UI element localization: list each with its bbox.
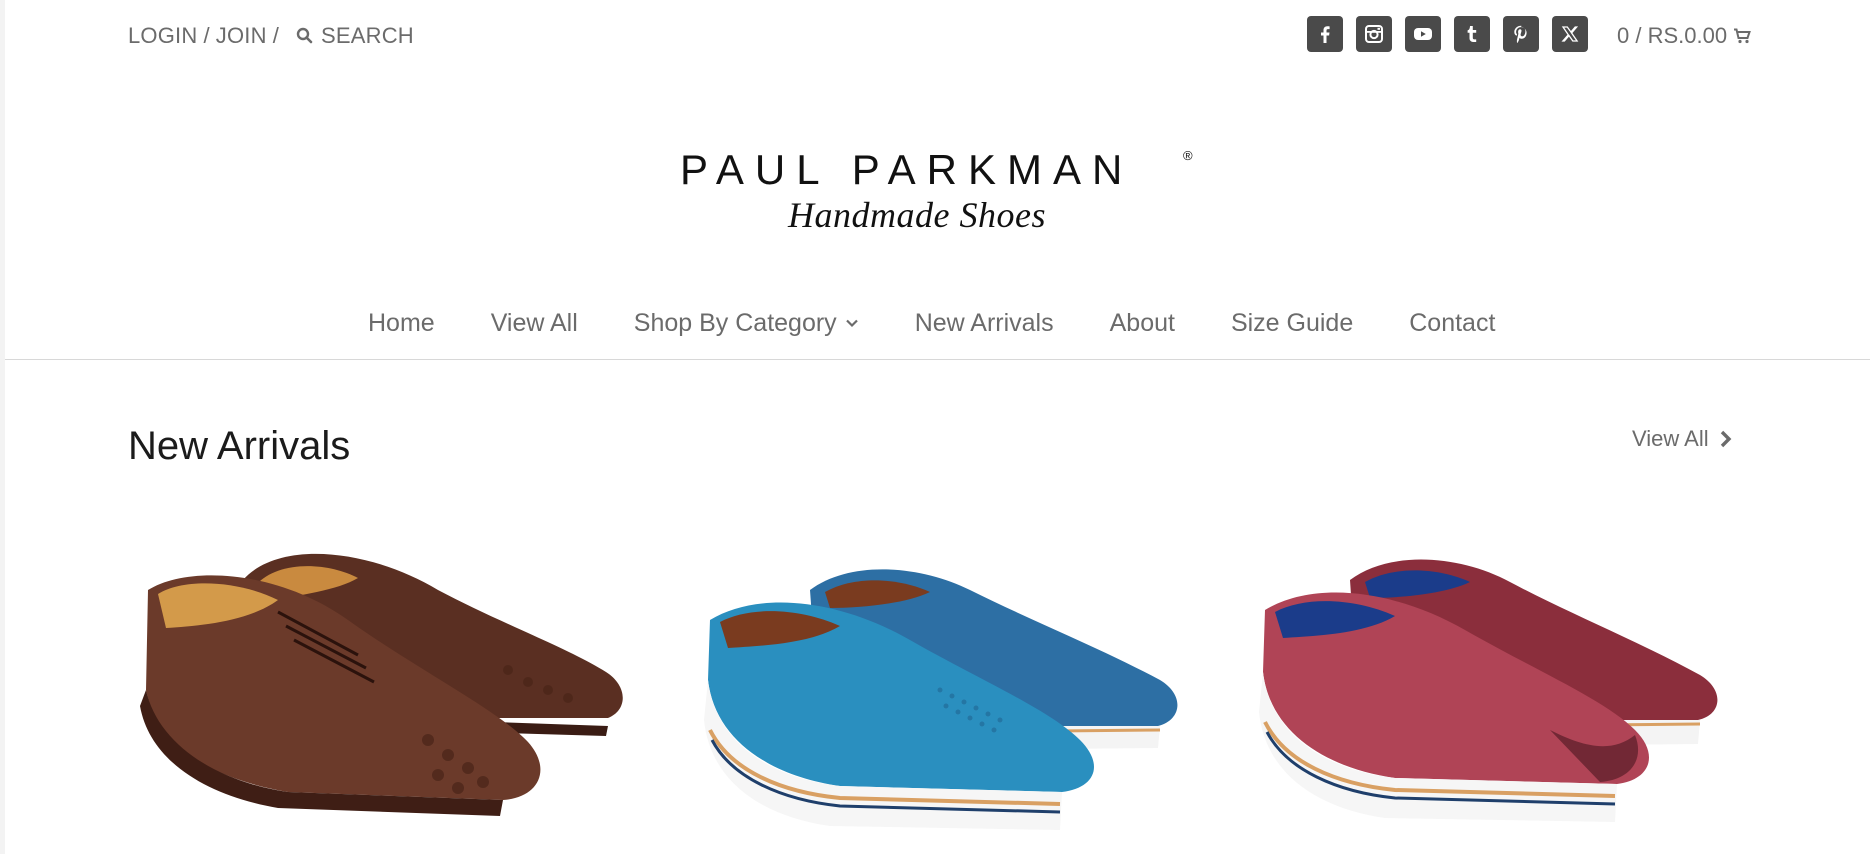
product-image-brown-oxford — [140, 553, 623, 816]
instagram-icon[interactable] — [1356, 16, 1392, 52]
tumblr-icon[interactable] — [1454, 16, 1490, 52]
nav-home[interactable]: Home — [368, 309, 435, 338]
logo-tagline: Handmade Shoes — [788, 195, 1046, 235]
brand-logo[interactable]: PAUL PARKMAN ® Handmade Shoes — [670, 140, 1210, 240]
pinterest-icon[interactable] — [1503, 16, 1539, 52]
view-all-link[interactable]: View All — [1632, 426, 1733, 452]
cart-total: 0 / RS.0.00 — [1617, 23, 1728, 48]
search-icon[interactable] — [295, 26, 315, 46]
nav-label: Home — [368, 308, 435, 337]
x-twitter-icon[interactable] — [1552, 16, 1588, 52]
chevron-down-icon — [845, 319, 858, 328]
nav-shop-by-category[interactable]: Shop By Category — [634, 309, 859, 338]
nav-label: Contact — [1409, 308, 1496, 337]
search-link[interactable]: SEARCH — [321, 23, 414, 49]
nav-size-guide[interactable]: Size Guide — [1231, 309, 1353, 338]
nav-contact[interactable]: Contact — [1409, 309, 1495, 338]
cart-icon — [1734, 28, 1751, 44]
facebook-icon[interactable] — [1307, 16, 1343, 52]
product-image-turquoise-loafer — [704, 569, 1178, 830]
login-link[interactable]: LOGIN — [128, 23, 197, 49]
nav-label: Size Guide — [1230, 308, 1354, 337]
nav-view-all[interactable]: View All — [491, 309, 578, 338]
separator: / — [272, 23, 280, 48]
nav-label: About — [1109, 308, 1175, 337]
section-title: New Arrivals — [128, 424, 351, 468]
registered-mark: ® — [1183, 148, 1193, 163]
nav-label: View All — [490, 308, 578, 337]
separator: / — [203, 23, 210, 48]
logo-wordmark: PAUL PARKMAN — [680, 146, 1134, 193]
chevron-right-icon — [1720, 430, 1732, 448]
nav-label: Shop By Category — [633, 308, 837, 337]
nav-about[interactable]: About — [1110, 309, 1175, 338]
product-card[interactable] — [690, 530, 1210, 854]
page-edge — [0, 0, 5, 854]
join-link[interactable]: JOIN — [216, 23, 267, 49]
utility-bar: LOGIN / JOIN / SEARCH — [128, 20, 414, 52]
view-all-label: View All — [1632, 426, 1709, 451]
social-links — [1307, 16, 1588, 52]
product-card[interactable] — [128, 530, 648, 854]
cart-link[interactable]: 0 / RS.0.00 — [1617, 20, 1751, 52]
youtube-icon[interactable] — [1405, 16, 1441, 52]
nav-divider — [5, 359, 1870, 360]
product-image-burgundy-loafer — [1259, 559, 1718, 822]
main-navigation: Home View All Shop By Category New Arriv… — [368, 306, 1495, 340]
nav-new-arrivals[interactable]: New Arrivals — [915, 309, 1054, 338]
nav-label: New Arrivals — [914, 308, 1054, 337]
product-card[interactable] — [1250, 530, 1770, 854]
